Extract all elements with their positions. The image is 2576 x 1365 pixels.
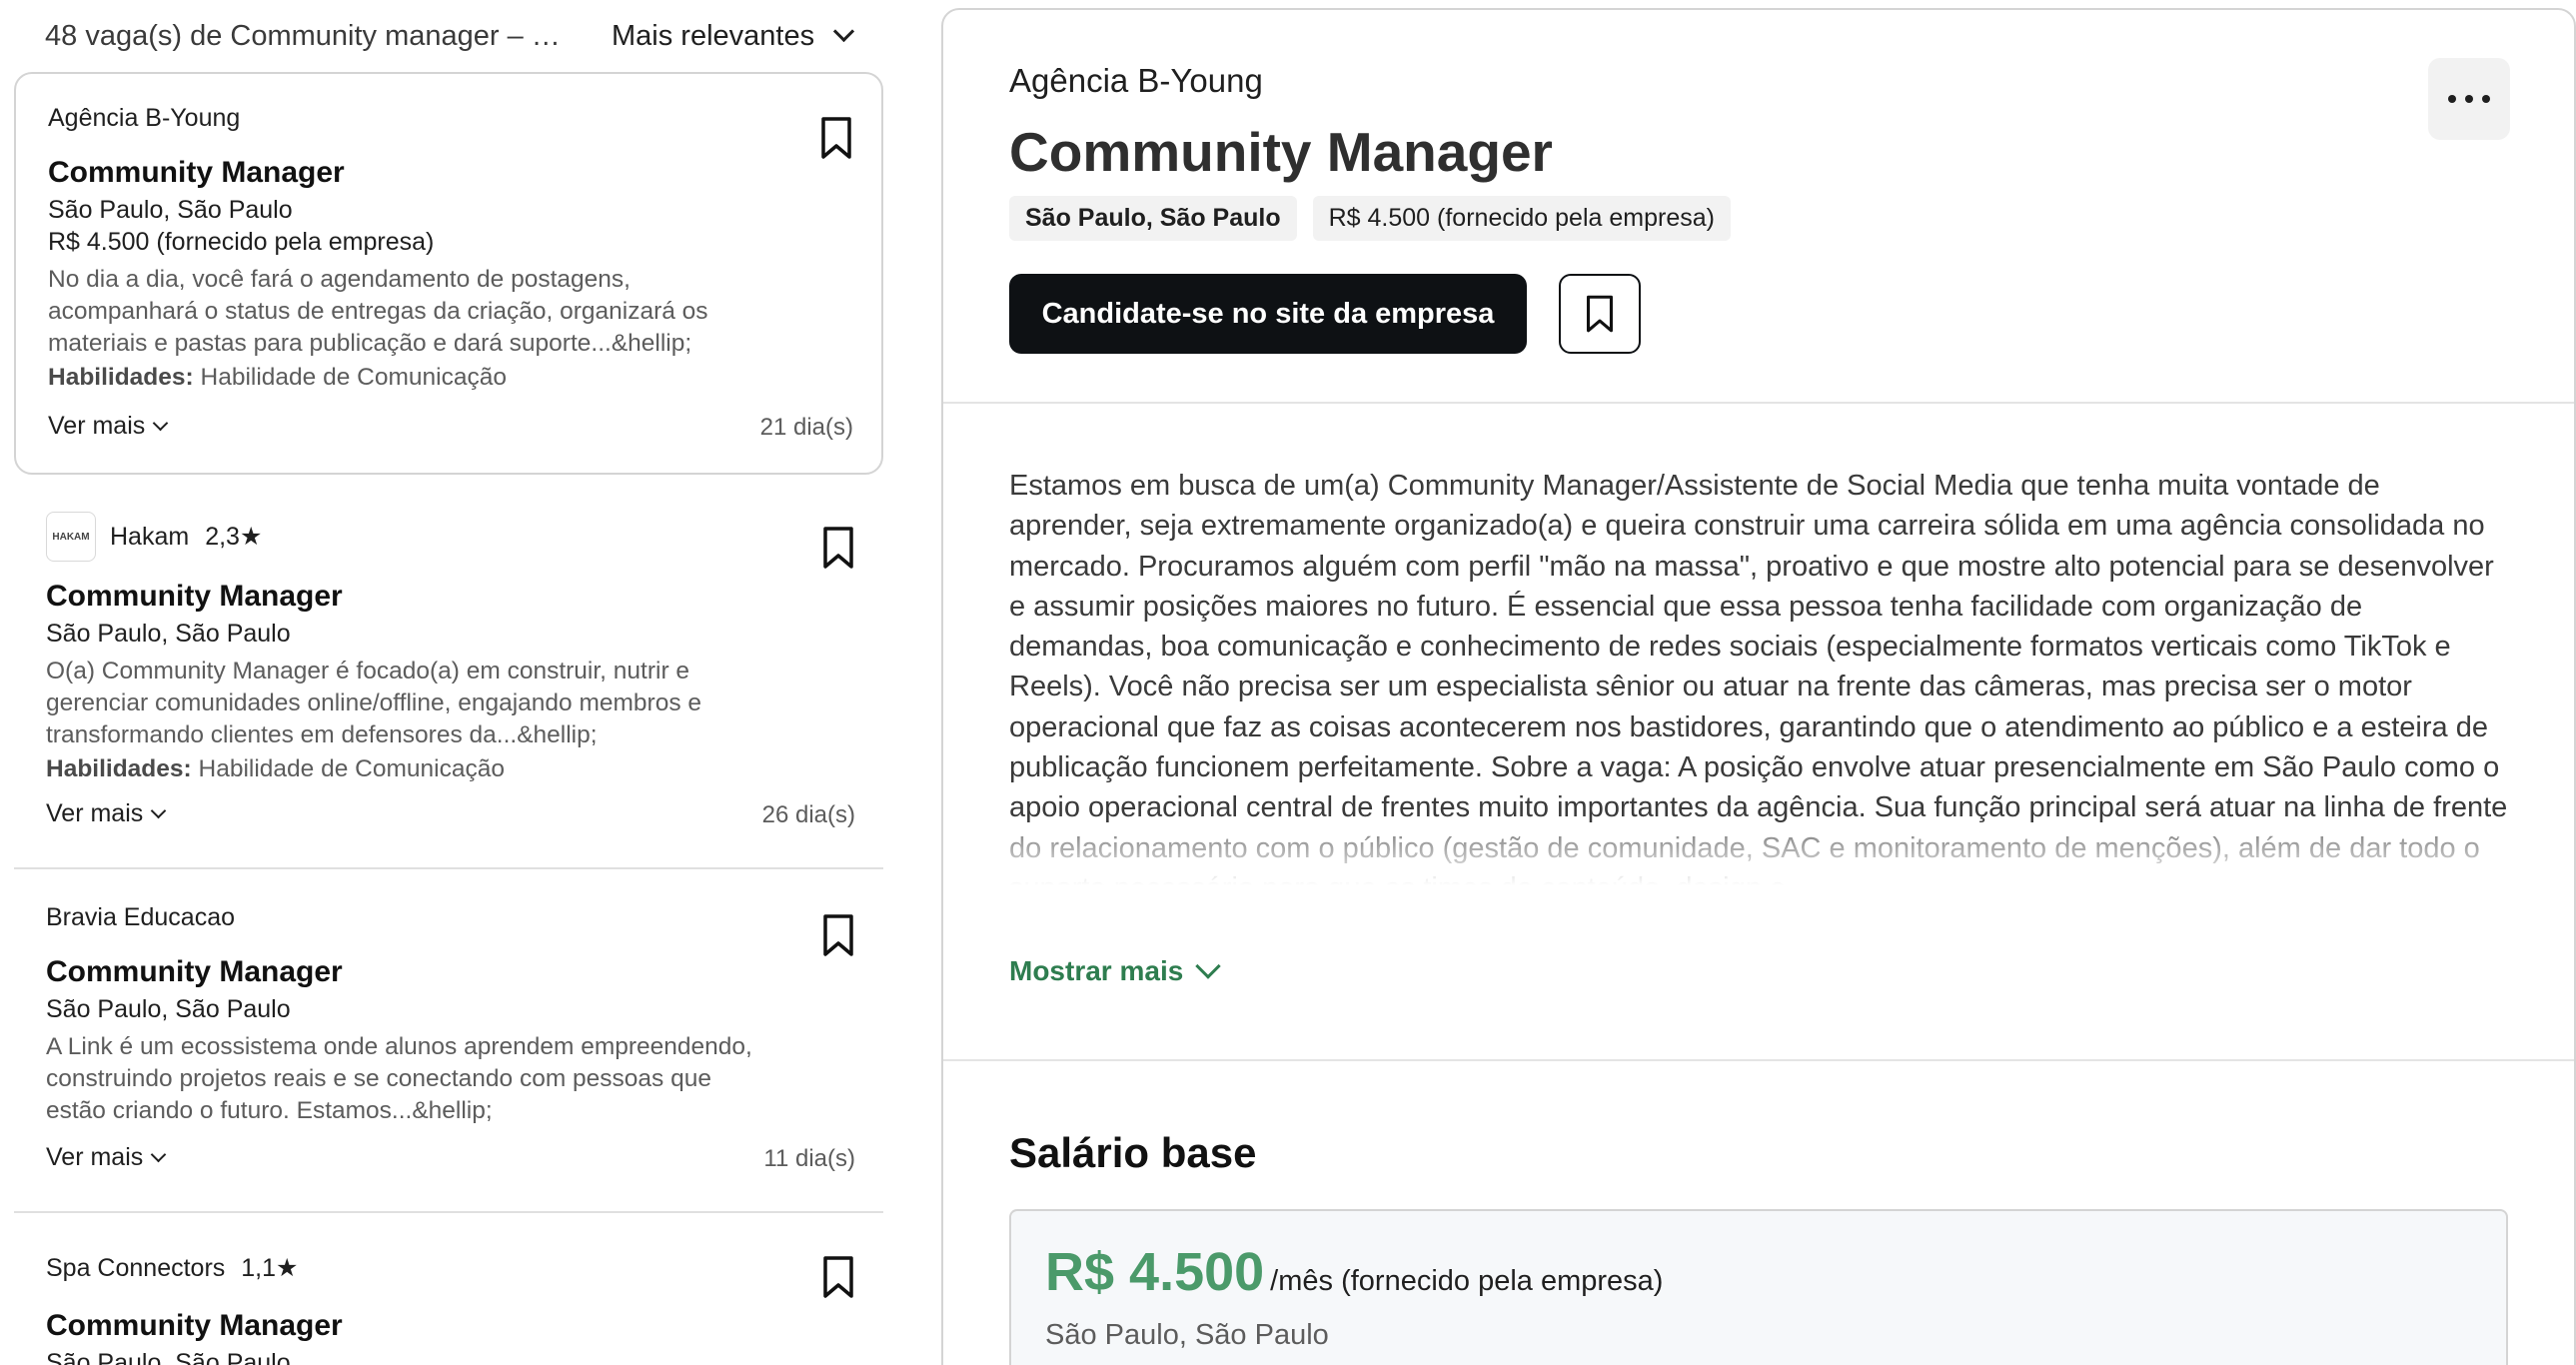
job-card[interactable]: HAKAM Hakam 2,3★ Community Manager São P…	[14, 490, 883, 869]
salary-amount-row: R$ 4.500 /mês (fornecido pela empresa)	[1045, 1241, 1663, 1303]
job-skills: Habilidades: Habilidade de Comunicação	[48, 364, 507, 391]
job-description: A Link é um ecossistema onde alunos apre…	[46, 1033, 752, 1124]
company-rating: 1,1★	[241, 1254, 299, 1282]
bookmark-icon	[1586, 295, 1614, 333]
salary-location: São Paulo, São Paulo	[1045, 1319, 1329, 1351]
job-title[interactable]: Community Manager	[46, 1309, 343, 1343]
company-row: HAKAM Hakam 2,3★	[46, 512, 262, 562]
job-list-pane: 48 vaga(s) de Community manager – São Pa…	[0, 0, 899, 1365]
job-age: 26 dia(s)	[761, 801, 855, 828]
detail-job-title: Community Manager	[1009, 121, 1553, 183]
job-description: No dia a dia, você fará o agendamento de…	[48, 266, 708, 357]
divider	[943, 1059, 2574, 1061]
bookmark-icon[interactable]	[821, 1255, 855, 1299]
salary-period: /mês (fornecido pela empresa)	[1270, 1265, 1664, 1297]
bookmark-icon[interactable]	[819, 116, 853, 160]
company-name: Hakam	[110, 522, 190, 551]
job-detail-pane: Agência B-Young Community Manager São Pa…	[941, 8, 2576, 1365]
location-tag: São Paulo, São Paulo	[1009, 196, 1297, 241]
sort-dropdown[interactable]: Mais relevantes	[612, 19, 855, 53]
sort-label: Mais relevantes	[612, 19, 815, 52]
ver-mais-link[interactable]: Ver mais	[48, 412, 169, 441]
job-location: São Paulo, São Paulo	[46, 995, 291, 1023]
bookmark-icon[interactable]	[821, 913, 855, 957]
job-title[interactable]: Community Manager	[46, 955, 343, 989]
company-name: Spa Connectors	[46, 1253, 226, 1282]
job-description-text: Estamos em busca de um(a) Community Mana…	[1009, 470, 2508, 885]
company-rating: 2,3★	[205, 523, 263, 551]
salary-amount: R$ 4.500	[1045, 1242, 1265, 1302]
job-location: São Paulo, São Paulo	[46, 620, 291, 648]
job-location: São Paulo, São Paulo	[46, 1349, 291, 1365]
company-name: Agência B-Young	[48, 104, 241, 132]
show-more-button[interactable]: Mostrar mais	[1009, 953, 1222, 987]
detail-tags: São Paulo, São Paulo R$ 4.500 (fornecido…	[1009, 196, 1731, 241]
job-age: 21 dia(s)	[759, 414, 853, 441]
company-row: Spa Connectors 1,1★	[46, 1253, 298, 1283]
job-skills: Habilidades: Habilidade de Comunicação	[46, 755, 505, 782]
job-age: 11 dia(s)	[763, 1145, 855, 1172]
job-title[interactable]: Community Manager	[48, 156, 345, 190]
detail-company-name[interactable]: Agência B-Young	[1009, 62, 1263, 100]
chevron-down-icon	[1195, 953, 1222, 979]
apply-button[interactable]: Candidate-se no site da empresa	[1009, 274, 1527, 354]
chevron-down-icon	[832, 20, 855, 43]
more-options-button[interactable]	[2428, 58, 2510, 140]
job-card[interactable]: Spa Connectors 1,1★ Community Manager Sã…	[14, 1213, 883, 1365]
job-description-container: Estamos em busca de um(a) Community Mana…	[1009, 466, 2508, 885]
result-count: 48 vaga(s) de Community manager – São Pa…	[45, 19, 570, 52]
job-card[interactable]: Bravia Educacao Community Manager São Pa…	[14, 869, 883, 1213]
job-location: São Paulo, São Paulo	[48, 196, 293, 224]
company-logo: HAKAM	[46, 512, 96, 562]
bookmark-icon[interactable]	[821, 526, 855, 570]
ver-mais-link[interactable]: Ver mais	[46, 799, 167, 828]
chevron-down-icon	[152, 415, 169, 432]
save-job-button[interactable]	[1559, 274, 1641, 354]
salary-tag: R$ 4.500 (fornecido pela empresa)	[1312, 196, 1731, 241]
description-fade	[1009, 825, 2508, 885]
chevron-down-icon	[150, 802, 167, 819]
list-header: 48 vaga(s) de Community manager – São Pa…	[45, 14, 874, 58]
job-card[interactable]: Agência B-Young Community Manager São Pa…	[14, 72, 883, 475]
job-salary: R$ 4.500 (fornecido pela empresa)	[48, 228, 435, 256]
company-name: Bravia Educacao	[46, 903, 236, 931]
job-title[interactable]: Community Manager	[46, 580, 343, 614]
chevron-down-icon	[150, 1146, 167, 1163]
salary-box: R$ 4.500 /mês (fornecido pela empresa) S…	[1009, 1209, 2508, 1365]
job-description: O(a) Community Manager é focado(a) em co…	[46, 658, 702, 748]
ver-mais-link[interactable]: Ver mais	[46, 1143, 167, 1172]
divider	[943, 402, 2574, 404]
salary-section-title: Salário base	[1009, 1129, 1257, 1176]
more-horizontal-icon	[2448, 95, 2490, 103]
